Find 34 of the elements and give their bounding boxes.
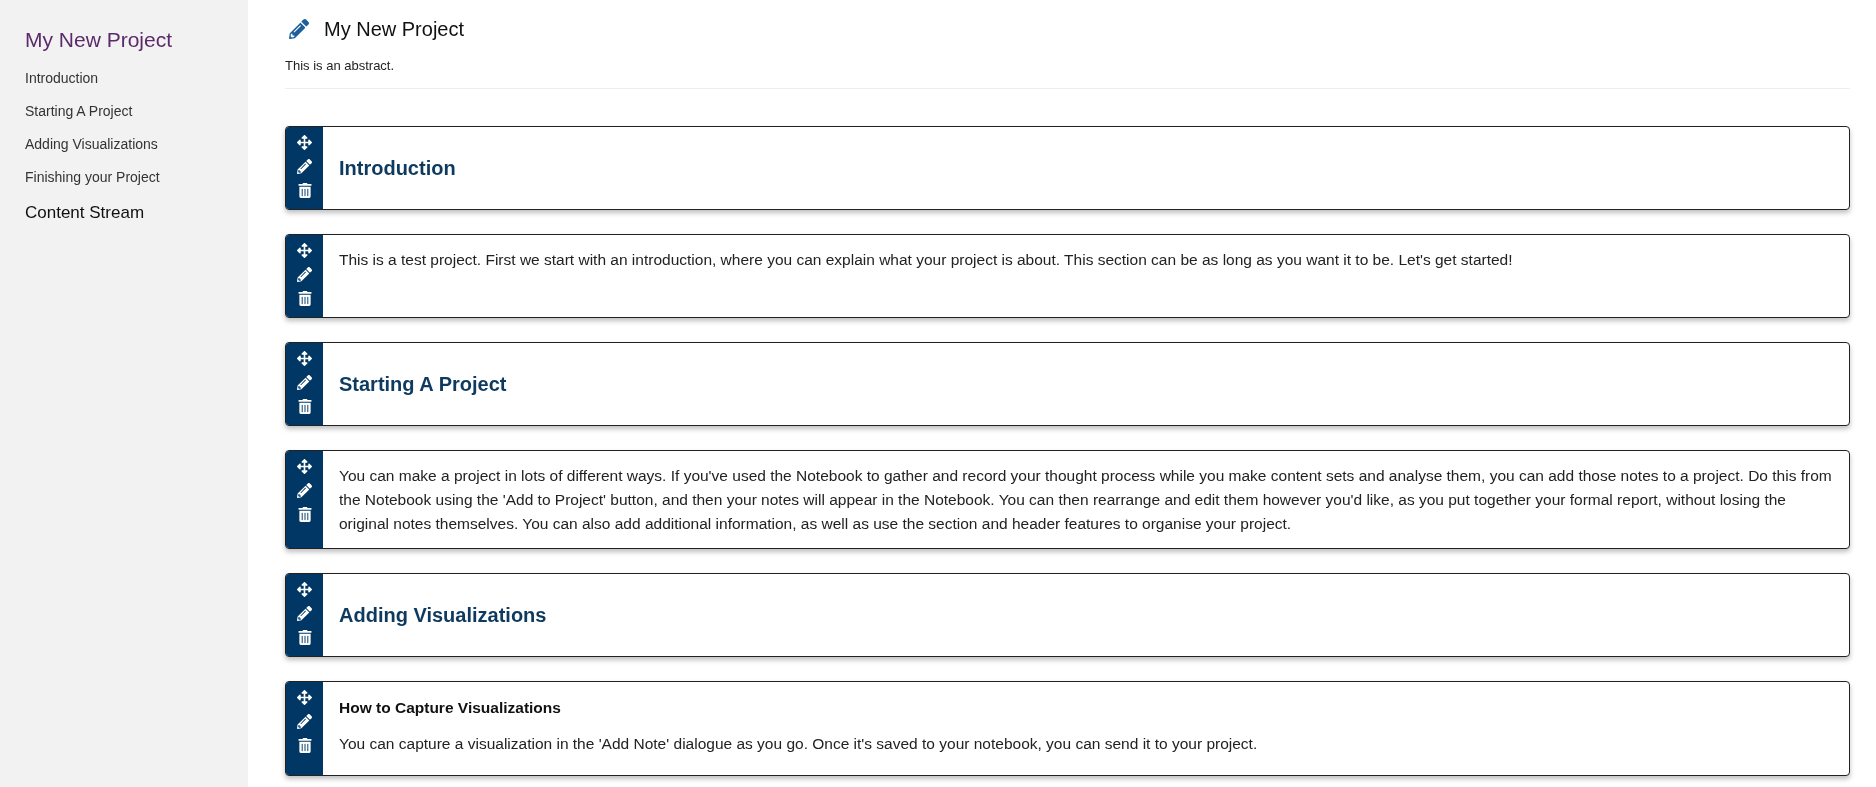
section-heading: Starting A Project	[339, 371, 507, 397]
abstract: This is an abstract.	[285, 44, 1850, 89]
edit-icon[interactable]	[297, 482, 312, 498]
sidebar-item[interactable]: Finishing your Project	[25, 166, 248, 188]
delete-icon[interactable]	[297, 506, 312, 522]
delete-icon[interactable]	[297, 398, 312, 414]
edit-icon[interactable]	[297, 266, 312, 282]
move-icon[interactable]	[297, 581, 312, 597]
sidebar-item[interactable]: Starting A Project	[25, 100, 248, 122]
section-heading: Introduction	[339, 155, 456, 181]
sidebar-footer[interactable]: Content Stream	[25, 199, 248, 225]
delete-icon[interactable]	[297, 629, 312, 645]
paragraph: You can capture a visualization in the 'Add Note' dialogue as you go. Once it's saved to your notebook, you can send it to your project.	[339, 733, 1259, 754]
move-icon[interactable]	[297, 350, 312, 366]
sidebar-item[interactable]: Introduction	[25, 67, 248, 89]
note-title: How to Capture Visualizations	[339, 697, 562, 718]
move-icon[interactable]	[297, 689, 312, 705]
edit-icon[interactable]	[297, 713, 312, 729]
edit-icon[interactable]	[289, 19, 309, 39]
delete-icon[interactable]	[297, 290, 312, 306]
sidebar-item[interactable]: Adding Visualizations	[25, 133, 248, 155]
paragraph: This is a test project. First we start with an introduction, where you can explain what your project is about. This section can be as long as you want it to be. Let's get started!	[338, 249, 1514, 270]
move-icon[interactable]	[297, 458, 312, 474]
move-icon[interactable]	[297, 242, 312, 258]
edit-icon[interactable]	[297, 374, 312, 390]
section-heading: Adding Visualizations	[339, 602, 547, 628]
move-icon[interactable]	[297, 134, 312, 150]
edit-icon[interactable]	[297, 605, 312, 621]
edit-icon[interactable]	[297, 158, 312, 174]
paragraph: You can make a project in lots of different ways. If you've used the Notebook to gather and record your thought process while you make content sets and analyse them, you can add those notes to a project. Do this from the Notebook using the 'Add to Project' button, and then your notes will appear in the Notebook. You can then rearrange and edit them however you'd like, as you put together your formal report, without losing the original notes themselves. You can also add additional information, as well as use the section and header features to organise your project.	[338, 465, 1833, 534]
delete-icon[interactable]	[297, 182, 312, 198]
delete-icon[interactable]	[297, 737, 312, 753]
sidebar-title[interactable]: My New Project	[25, 24, 248, 56]
project-title: My New Project	[324, 17, 465, 42]
